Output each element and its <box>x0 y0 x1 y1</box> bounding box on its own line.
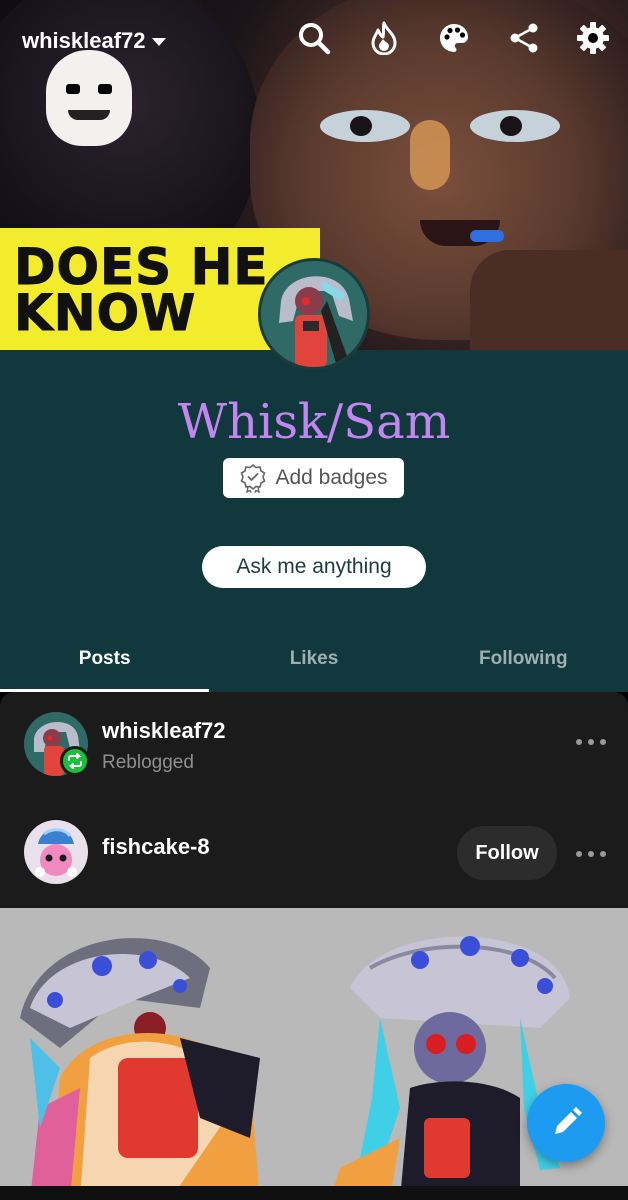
banner-eye-left <box>320 110 410 142</box>
avatar[interactable] <box>24 820 88 884</box>
author-name[interactable]: fishcake-8 <box>102 834 210 860</box>
profile-tabs: Posts Likes Following <box>0 640 628 692</box>
palette-icon[interactable] <box>436 20 472 56</box>
banner-nose <box>410 120 450 190</box>
share-icon[interactable] <box>506 20 542 56</box>
add-badges-button[interactable]: Add badges <box>223 458 404 498</box>
profile-header: Whisk/Sam Add badges Ask me anything Pos… <box>0 350 628 692</box>
blog-title: Whisk/Sam <box>177 394 451 450</box>
search-icon[interactable] <box>296 20 332 56</box>
tab-following[interactable]: Following <box>419 640 628 692</box>
flame-icon[interactable] <box>366 20 402 56</box>
more-options-icon[interactable] <box>576 844 606 864</box>
avatar[interactable] <box>258 258 370 370</box>
chevron-down-icon <box>151 38 166 46</box>
ask-me-anything-label: Ask me anything <box>236 555 392 578</box>
pencil-icon <box>555 1107 582 1134</box>
tab-likes[interactable]: Likes <box>209 640 418 692</box>
tab-posts[interactable]: Posts <box>0 640 210 692</box>
reblog-row: whiskleaf72 Reblogged <box>0 692 628 796</box>
banner-caption-line-2: KNOW <box>13 284 197 343</box>
follow-button[interactable]: Follow <box>457 826 557 880</box>
reblog-icon <box>60 746 90 776</box>
blog-switcher[interactable]: whiskleaf72 <box>22 26 166 56</box>
bottom-edge-bar <box>0 1186 628 1200</box>
ask-me-anything-button[interactable]: Ask me anything <box>202 546 426 588</box>
follow-label: Follow <box>475 841 539 864</box>
banner-eye-right <box>470 110 560 142</box>
blog-switcher-name: whiskleaf72 <box>22 28 146 53</box>
post-image[interactable] <box>0 908 628 1200</box>
top-bar: whiskleaf72 <box>0 0 628 80</box>
compose-post-button[interactable] <box>527 1084 605 1162</box>
more-options-icon[interactable] <box>576 732 606 752</box>
gear-icon[interactable] <box>575 20 611 56</box>
banner-lip-highlight <box>470 230 504 242</box>
badge-icon <box>240 463 266 493</box>
add-badges-label: Add badges <box>275 466 388 489</box>
banner-hand <box>470 250 628 350</box>
reblogged-status: Reblogged <box>102 752 194 773</box>
reblogger-name[interactable]: whiskleaf72 <box>102 718 226 744</box>
